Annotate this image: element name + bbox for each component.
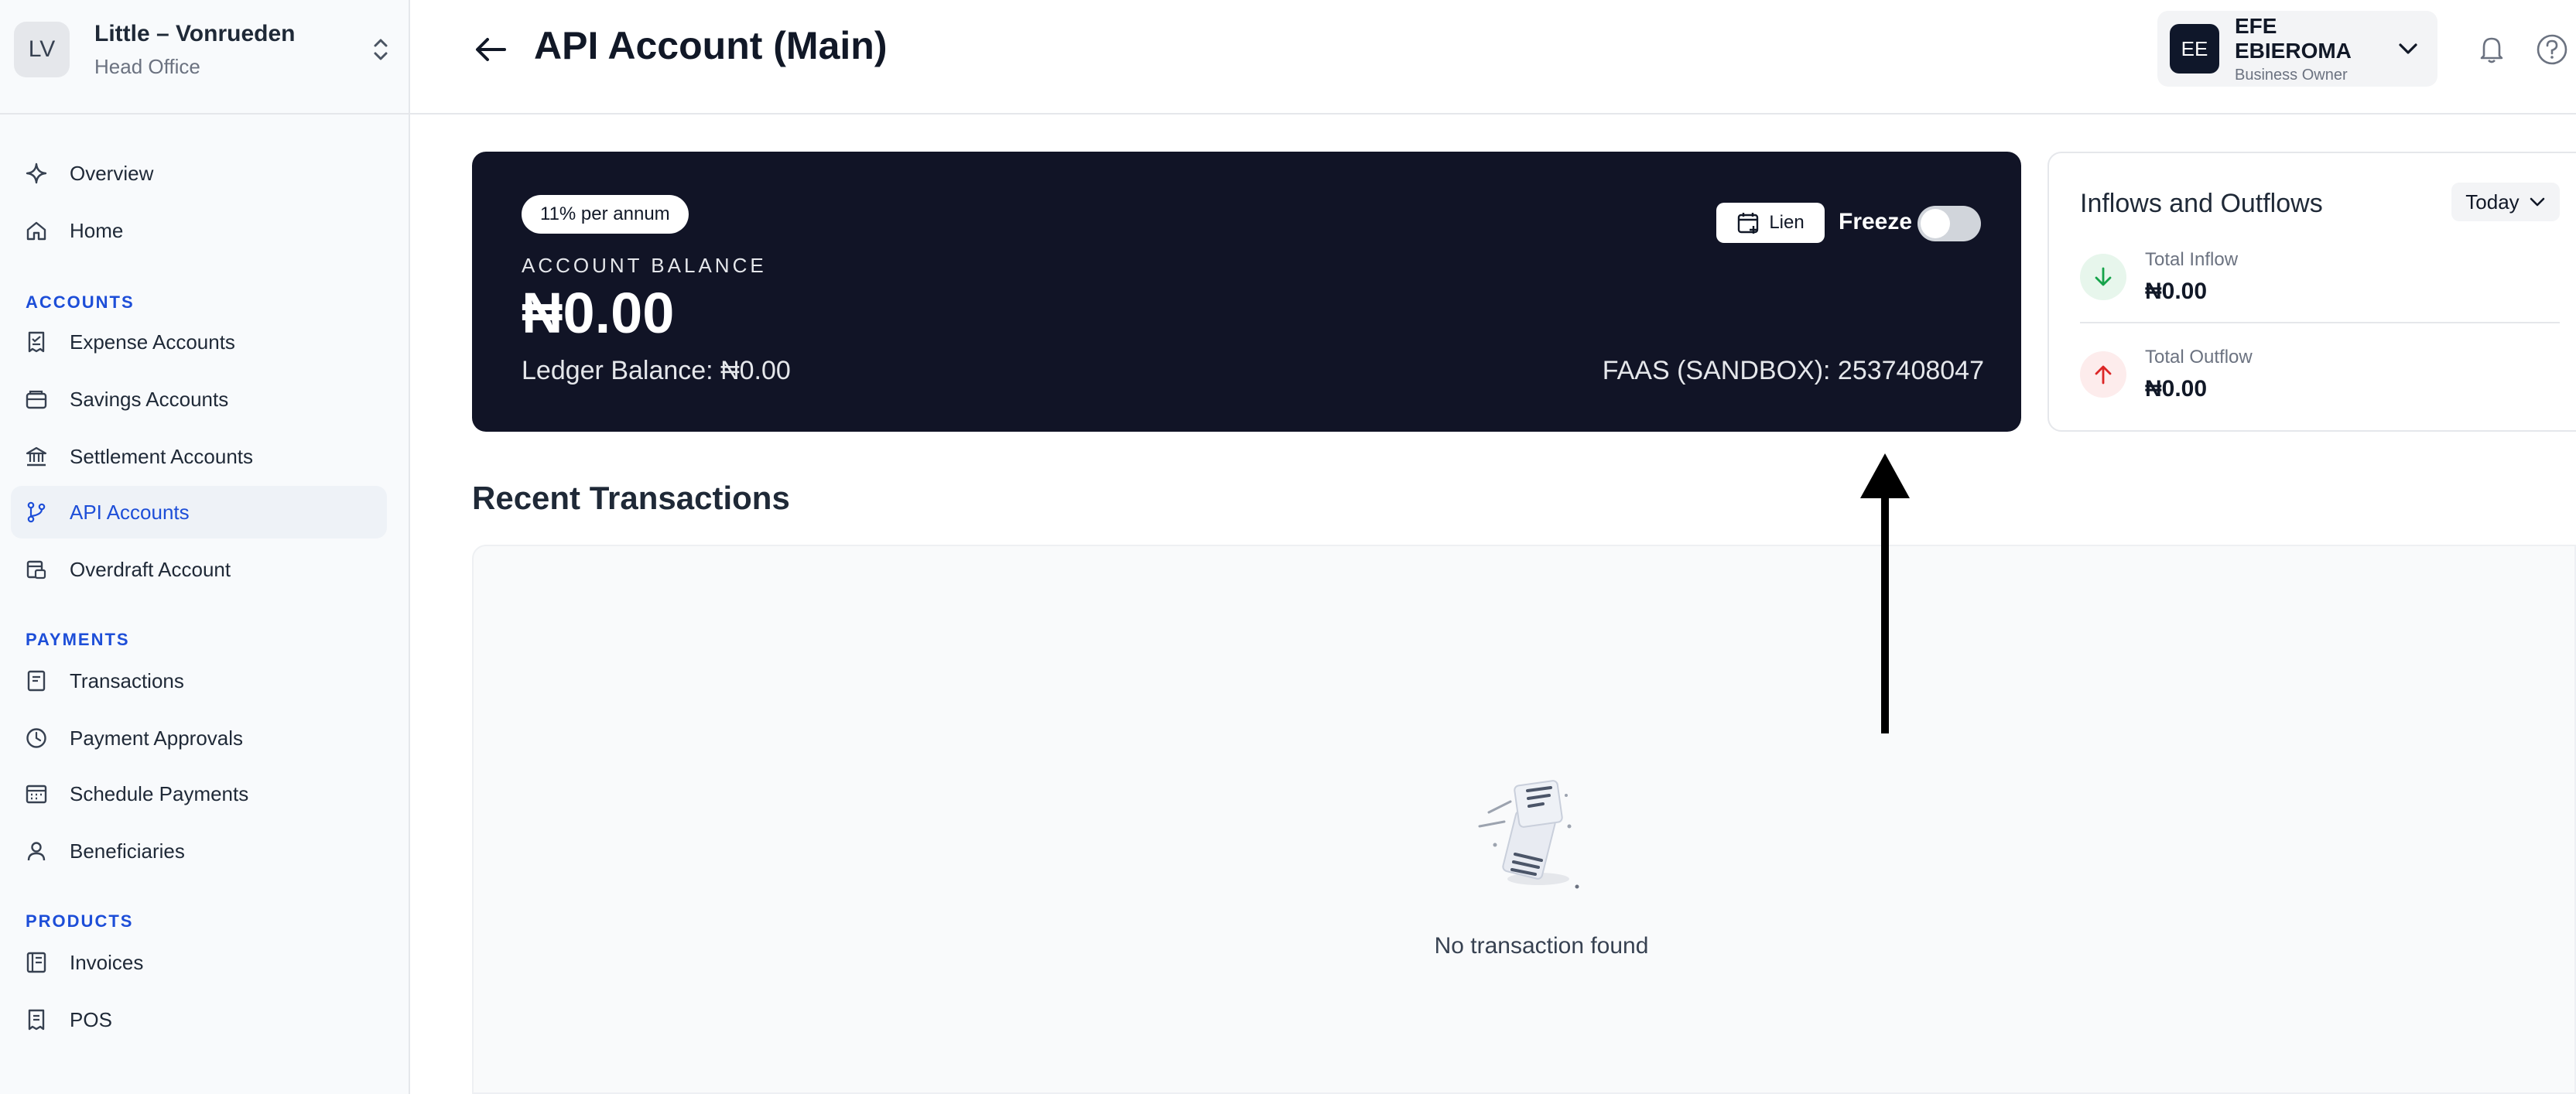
sidebar-item-label: Overdraft Account xyxy=(70,557,231,581)
sidebar-section-payments: PAYMENTS xyxy=(26,630,130,649)
transactions-panel: No transaction found xyxy=(472,545,2576,1094)
sidebar-item-label: POS xyxy=(70,1007,112,1031)
sidebar-divider xyxy=(0,113,410,115)
total-inflow-value: ₦0.00 xyxy=(2145,279,2208,304)
sidebar-item-pos[interactable]: POS xyxy=(11,993,387,1046)
user-menu[interactable]: EE EFE EBIEROMA Business Owner xyxy=(2157,11,2437,87)
sidebar-item-label: Settlement Accounts xyxy=(70,444,254,468)
sidebar-section-products: PRODUCTS xyxy=(26,911,134,931)
sidebar-item-label: Overview xyxy=(70,161,154,185)
card-icon xyxy=(23,556,50,583)
sidebar-item-label: Beneficiaries xyxy=(70,839,185,863)
user-icon xyxy=(23,838,50,864)
sidebar-item-label: Transactions xyxy=(70,668,184,692)
ledger-balance: Ledger Balance: ₦0.00 xyxy=(522,356,791,385)
chevron-down-icon xyxy=(2393,42,2424,56)
freeze-label: Freeze xyxy=(1839,209,1913,234)
account-identifier: FAAS (SANDBOX): 2537408047 xyxy=(1602,356,1984,385)
git-branch-icon xyxy=(23,499,50,525)
organization-switcher[interactable]: LV Little – Vonrueden Head Office xyxy=(14,17,396,82)
bell-icon[interactable] xyxy=(2473,31,2510,68)
sidebar-item-schedule-payments[interactable]: Schedule Payments xyxy=(11,768,387,820)
chevron-up-down-icon[interactable] xyxy=(365,26,396,73)
chevron-down-icon xyxy=(2529,197,2546,207)
sidebar-section-accounts: ACCOUNTS xyxy=(26,292,135,312)
total-outflow-value: ₦0.00 xyxy=(2145,376,2208,402)
sidebar-item-label: Invoices xyxy=(70,950,144,974)
total-outflow-label: Total Outflow xyxy=(2145,347,2253,368)
empty-state-message: No transaction found xyxy=(1434,933,1649,959)
sidebar-item-expense-accounts[interactable]: Expense Accounts xyxy=(11,316,387,368)
wallet-icon xyxy=(23,386,50,412)
calendar-plus-icon xyxy=(1736,210,1761,235)
top-bar: API Account (Main) EE EFE EBIEROMA Busin… xyxy=(410,0,2576,115)
sidebar-item-beneficiaries[interactable]: Beneficiaries xyxy=(11,825,387,877)
empty-state-illustration xyxy=(1461,771,1592,894)
sidebar-item-label: Schedule Payments xyxy=(70,781,249,805)
user-avatar: EE xyxy=(2170,24,2219,74)
recent-transactions-title: Recent Transactions xyxy=(472,480,790,516)
sidebar-item-overdraft-account[interactable]: Overdraft Account xyxy=(11,543,387,596)
lien-button[interactable]: Lien xyxy=(1716,203,1825,243)
sidebar-item-label: Savings Accounts xyxy=(70,387,229,411)
account-balance-label: ACCOUNT BALANCE xyxy=(522,254,767,277)
sidebar-item-payment-approvals[interactable]: Payment Approvals xyxy=(11,712,387,764)
inflows-outflows-card: Inflows and Outflows Today Total Inflow … xyxy=(2047,152,2576,432)
bank-icon xyxy=(23,443,50,470)
freeze-toggle[interactable] xyxy=(1917,206,1981,241)
flows-divider xyxy=(2080,322,2560,323)
period-select[interactable]: Today xyxy=(2451,183,2560,221)
total-outflow-row: Total Outflow ₦0.00 xyxy=(2080,336,2560,413)
inflows-outflows-title: Inflows and Outflows xyxy=(2080,189,2323,218)
help-icon[interactable] xyxy=(2533,31,2571,68)
sidebar-item-label: Payment Approvals xyxy=(70,726,244,750)
organization-avatar: LV xyxy=(14,22,70,77)
toggle-knob xyxy=(1921,209,1950,238)
organization-branch: Head Office xyxy=(94,54,200,78)
sidebar-item-home[interactable]: Home xyxy=(11,204,387,257)
page-title: API Account (Main) xyxy=(534,24,888,67)
sidebar-item-overview[interactable]: Overview xyxy=(11,147,387,200)
period-select-value: Today xyxy=(2465,190,2520,214)
annotation-arrow-up-icon xyxy=(1854,449,1916,737)
arrow-down-icon xyxy=(2080,254,2126,300)
sparkle-icon xyxy=(23,160,50,186)
sidebar-item-label: API Accounts xyxy=(70,500,190,524)
sidebar-item-savings-accounts[interactable]: Savings Accounts xyxy=(11,373,387,426)
pos-icon xyxy=(23,1007,50,1033)
sidebar-item-label: Home xyxy=(70,218,124,242)
account-balance-card: 11% per annum ACCOUNT BALANCE ₦0.00 Ledg… xyxy=(472,152,2021,432)
sidebar-item-settlement-accounts[interactable]: Settlement Accounts xyxy=(11,430,387,483)
sidebar-item-label: Expense Accounts xyxy=(70,330,235,354)
invoice-icon xyxy=(23,949,50,976)
arrow-up-icon xyxy=(2080,351,2126,398)
sidebar-item-transactions[interactable]: Transactions xyxy=(11,655,387,707)
sidebar-item-invoices[interactable]: Invoices xyxy=(11,936,387,989)
user-name: EFE EBIEROMA xyxy=(2235,13,2352,63)
lien-button-label: Lien xyxy=(1769,212,1805,233)
receipt-icon xyxy=(23,329,50,355)
document-icon xyxy=(23,668,50,694)
sidebar: LV Little – Vonrueden Head Office Overvi… xyxy=(0,0,410,1094)
interest-rate-badge: 11% per annum xyxy=(522,195,689,234)
calendar-icon xyxy=(23,781,50,807)
total-inflow-label: Total Inflow xyxy=(2145,249,2239,270)
sidebar-item-api-accounts[interactable]: API Accounts xyxy=(11,486,387,538)
total-inflow-row: Total Inflow ₦0.00 xyxy=(2080,238,2560,316)
clock-icon xyxy=(23,725,50,751)
account-balance-value: ₦0.00 xyxy=(522,281,675,345)
organization-name: Little – Vonrueden xyxy=(94,20,296,46)
back-arrow-icon[interactable] xyxy=(469,32,512,67)
user-role: Business Owner xyxy=(2235,66,2348,84)
home-icon xyxy=(23,217,50,244)
